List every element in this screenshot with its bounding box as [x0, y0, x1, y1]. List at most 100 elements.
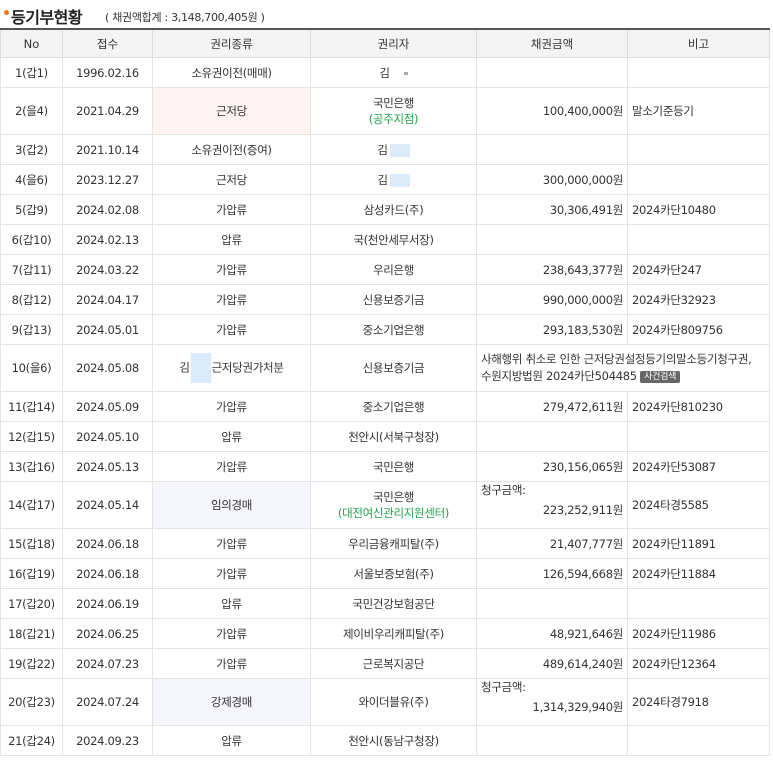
cell-holder: 서울보증보험(주) [310, 558, 477, 589]
table-row: 2(을4) 2021.04.29 근저당 국민은행 (공주지점) 100,400,… [0, 87, 770, 135]
cell-note [627, 134, 770, 165]
claim-amount-value: 1,314,329,940원 [532, 700, 623, 714]
cell-no: 11(갑14) [0, 391, 63, 422]
cell-type: 가압류 [152, 618, 311, 649]
table-row: 12(갑15) 2024.05.10 압류 천안시(서북구청장) [0, 421, 770, 452]
claim-amount-label: 청구금액: [481, 680, 526, 694]
cell-date: 2024.06.19 [62, 588, 153, 619]
cell-no: 8(갑12) [0, 284, 63, 315]
cell-no: 21(갑24) [0, 725, 63, 756]
cell-type: 김 근저당권가처분 [152, 344, 311, 392]
cell-holder: 중소기업은행 [310, 391, 477, 422]
cell-type: 근저당 [152, 87, 311, 135]
cell-type: 가압류 [152, 648, 311, 679]
cell-date: 2024.05.01 [62, 314, 153, 345]
col-header-note: 비고 [627, 28, 770, 58]
cell-date: 2024.06.25 [62, 618, 153, 649]
cell-amount [476, 134, 628, 165]
cell-type: 압류 [152, 588, 311, 619]
cell-no: 12(갑15) [0, 421, 63, 452]
cell-amount [476, 57, 628, 88]
holder-name: 김 [379, 65, 390, 80]
cell-type: 임의경매 [152, 481, 311, 529]
cell-date: 2024.05.10 [62, 421, 153, 452]
cell-holder: 와이더블유(주) [310, 678, 477, 726]
type-label: 근저당권가처분 [211, 360, 284, 375]
cell-amount: 489,614,240원 [476, 648, 628, 679]
table-row: 18(갑21) 2024.06.25 가압류 제이비우리캐피탈(주) 48,92… [0, 618, 770, 649]
cell-type: 가압류 [152, 558, 311, 589]
cell-holder: 국민은행 (대전여신관리지원센터) [310, 481, 477, 529]
cell-holder: 삼성카드(주) [310, 194, 477, 225]
cell-date: 2024.06.18 [62, 558, 153, 589]
cell-date: 2024.05.08 [62, 344, 153, 392]
cell-note [627, 164, 770, 195]
cell-holder: 국민은행 (공주지점) [310, 87, 477, 135]
cell-date: 1996.02.16 [62, 57, 153, 88]
cell-holder: 신용보증기금 [310, 284, 477, 315]
cell-note [627, 224, 770, 255]
cell-date: 2024.02.13 [62, 224, 153, 255]
type-prefix: 김 [179, 360, 190, 375]
table-row: 7(갑11) 2024.03.22 가압류 우리은행 238,643,377원 … [0, 254, 770, 285]
claim-amount-label: 청구금액: [481, 483, 526, 497]
cell-no: 1(갑1) [0, 57, 63, 88]
cell-date: 2024.07.23 [62, 648, 153, 679]
case-search-button[interactable]: 사건검색 [640, 370, 681, 383]
cell-amount [476, 725, 628, 756]
cell-date: 2024.04.17 [62, 284, 153, 315]
col-header-no: No [0, 28, 63, 58]
page-title: 등기부현황 [11, 8, 83, 27]
cell-type: 강제경매 [152, 678, 311, 726]
cell-note [627, 421, 770, 452]
cell-amount: 293,183,530원 [476, 314, 628, 345]
cell-note: 2024카단12364 [627, 648, 770, 679]
cell-no: 20(갑23) [0, 678, 63, 726]
col-header-holder: 권리자 [310, 28, 477, 58]
section-header: • 등기부현황 ( 채권액합계 : 3,148,700,405원 ) [0, 0, 773, 28]
cell-date: 2024.02.08 [62, 194, 153, 225]
cell-amount: 21,407,777원 [476, 528, 628, 559]
redacted-block [389, 143, 410, 157]
col-header-amount: 채권금액 [476, 28, 628, 58]
holder-name: 국민은행 [372, 96, 415, 110]
redacted-block [389, 173, 410, 187]
cell-amount [476, 224, 628, 255]
holder-branch: (대전여신관리지원센터) [337, 506, 450, 520]
table-row: 4(을6) 2023.12.27 근저당 김 300,000,000원 [0, 164, 770, 195]
col-header-date: 접수 [62, 28, 153, 58]
cell-note: 2024카단11891 [627, 528, 770, 559]
cell-date: 2024.09.23 [62, 725, 153, 756]
cell-amount: 48,921,646원 [476, 618, 628, 649]
table-row: 19(갑22) 2024.07.23 가압류 근로복지공단 489,614,24… [0, 648, 770, 679]
cell-note: 2024카단247 [627, 254, 770, 285]
registry-table: No 접수 권리종류 권리자 채권금액 비고 1(갑1) 1996.02.16 … [0, 28, 770, 756]
cell-amount: 30,306,491원 [476, 194, 628, 225]
cell-holder: 근로복지공단 [310, 648, 477, 679]
cell-type: 가압류 [152, 314, 311, 345]
cell-holder: 중소기업은행 [310, 314, 477, 345]
cell-note [627, 57, 770, 88]
cell-type: 가압류 [152, 194, 311, 225]
cell-type: 압류 [152, 224, 311, 255]
cell-type: 가압류 [152, 451, 311, 482]
table-row: 5(갑9) 2024.02.08 가압류 삼성카드(주) 30,306,491원… [0, 194, 770, 225]
cell-no: 15(갑18) [0, 528, 63, 559]
cell-date: 2024.06.18 [62, 528, 153, 559]
cell-note [627, 588, 770, 619]
col-header-type: 권리종류 [152, 28, 311, 58]
table-header-row: No 접수 권리종류 권리자 채권금액 비고 [0, 28, 770, 58]
cell-amount: 990,000,000원 [476, 284, 628, 315]
table-row: 11(갑14) 2024.05.09 가압류 중소기업은행 279,472,61… [0, 391, 770, 422]
cell-note: 2024카단11986 [627, 618, 770, 649]
cell-date: 2024.05.09 [62, 391, 153, 422]
cell-type: 가압류 [152, 254, 311, 285]
cell-no: 2(을4) [0, 87, 63, 135]
cell-holder: 우리금융캐피탈(주) [310, 528, 477, 559]
cell-no: 4(을6) [0, 164, 63, 195]
cell-date: 2024.07.24 [62, 678, 153, 726]
cell-note: 2024카단10480 [627, 194, 770, 225]
cell-holder: 천안시(동남구청장) [310, 725, 477, 756]
cell-amount: 100,400,000원 [476, 87, 628, 135]
table-row: 16(갑19) 2024.06.18 가압류 서울보증보험(주) 126,594… [0, 558, 770, 589]
